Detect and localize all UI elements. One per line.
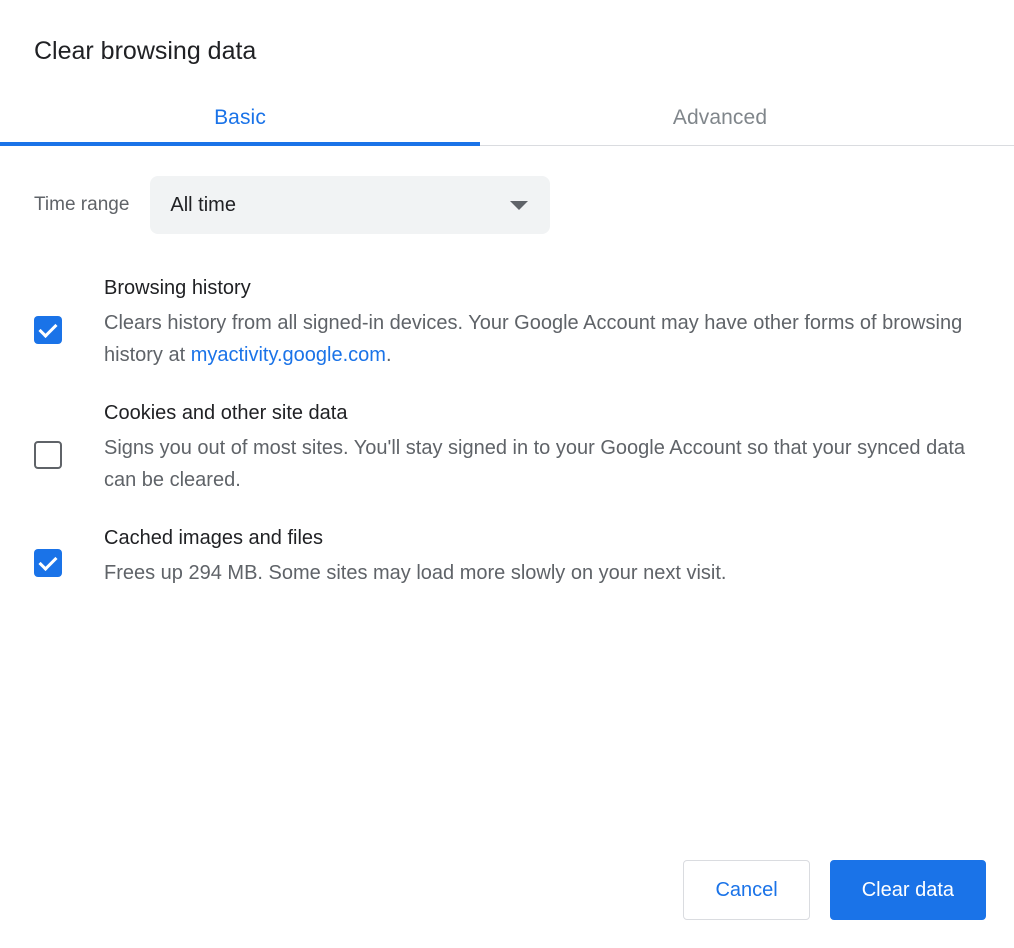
option-title: Browsing history <box>104 276 980 300</box>
time-range-label: Time range <box>34 194 129 216</box>
checkbox-unchecked-icon <box>34 441 62 469</box>
clear-browsing-data-dialog: Clear browsing data Basic Advanced Time … <box>0 0 1014 948</box>
tab-bar: Basic Advanced <box>0 90 1014 146</box>
option-cookies: Cookies and other site data Signs you ou… <box>34 401 980 496</box>
option-cached-images: Cached images and files Frees up 294 MB.… <box>34 526 980 589</box>
option-description: Clears history from all signed-in device… <box>104 307 980 371</box>
page-title: Clear browsing data <box>0 0 1014 66</box>
tab-basic[interactable]: Basic <box>0 106 480 130</box>
checkbox-browsing-history[interactable] <box>34 276 62 344</box>
active-tab-indicator <box>0 142 480 146</box>
checkbox-checked-icon <box>34 316 62 344</box>
chevron-down-icon <box>510 201 528 210</box>
cancel-button[interactable]: Cancel <box>683 860 809 920</box>
dialog-footer: Cancel Clear data <box>683 860 986 920</box>
option-text-browsing-history: Browsing history Clears history from all… <box>62 276 980 371</box>
checkbox-cached-images[interactable] <box>34 526 62 577</box>
time-range-row: Time range All time <box>0 176 1014 234</box>
time-range-select[interactable]: All time <box>150 176 550 234</box>
option-text-cookies: Cookies and other site data Signs you ou… <box>62 401 980 496</box>
options-list: Browsing history Clears history from all… <box>0 276 1014 589</box>
option-description: Signs you out of most sites. You'll stay… <box>104 432 980 496</box>
option-description: Frees up 294 MB. Some sites may load mor… <box>104 557 726 589</box>
option-description-text-tail: . <box>386 344 392 366</box>
option-text-cached-images: Cached images and files Frees up 294 MB.… <box>62 526 726 589</box>
time-range-selected-value: All time <box>150 193 236 217</box>
checkbox-checked-icon <box>34 549 62 577</box>
option-title: Cookies and other site data <box>104 401 980 425</box>
option-title: Cached images and files <box>104 526 726 550</box>
option-browsing-history: Browsing history Clears history from all… <box>34 276 980 371</box>
tab-advanced[interactable]: Advanced <box>480 106 960 130</box>
checkbox-cookies[interactable] <box>34 401 62 469</box>
clear-data-button[interactable]: Clear data <box>830 860 986 920</box>
myactivity-link[interactable]: myactivity.google.com <box>191 344 386 366</box>
